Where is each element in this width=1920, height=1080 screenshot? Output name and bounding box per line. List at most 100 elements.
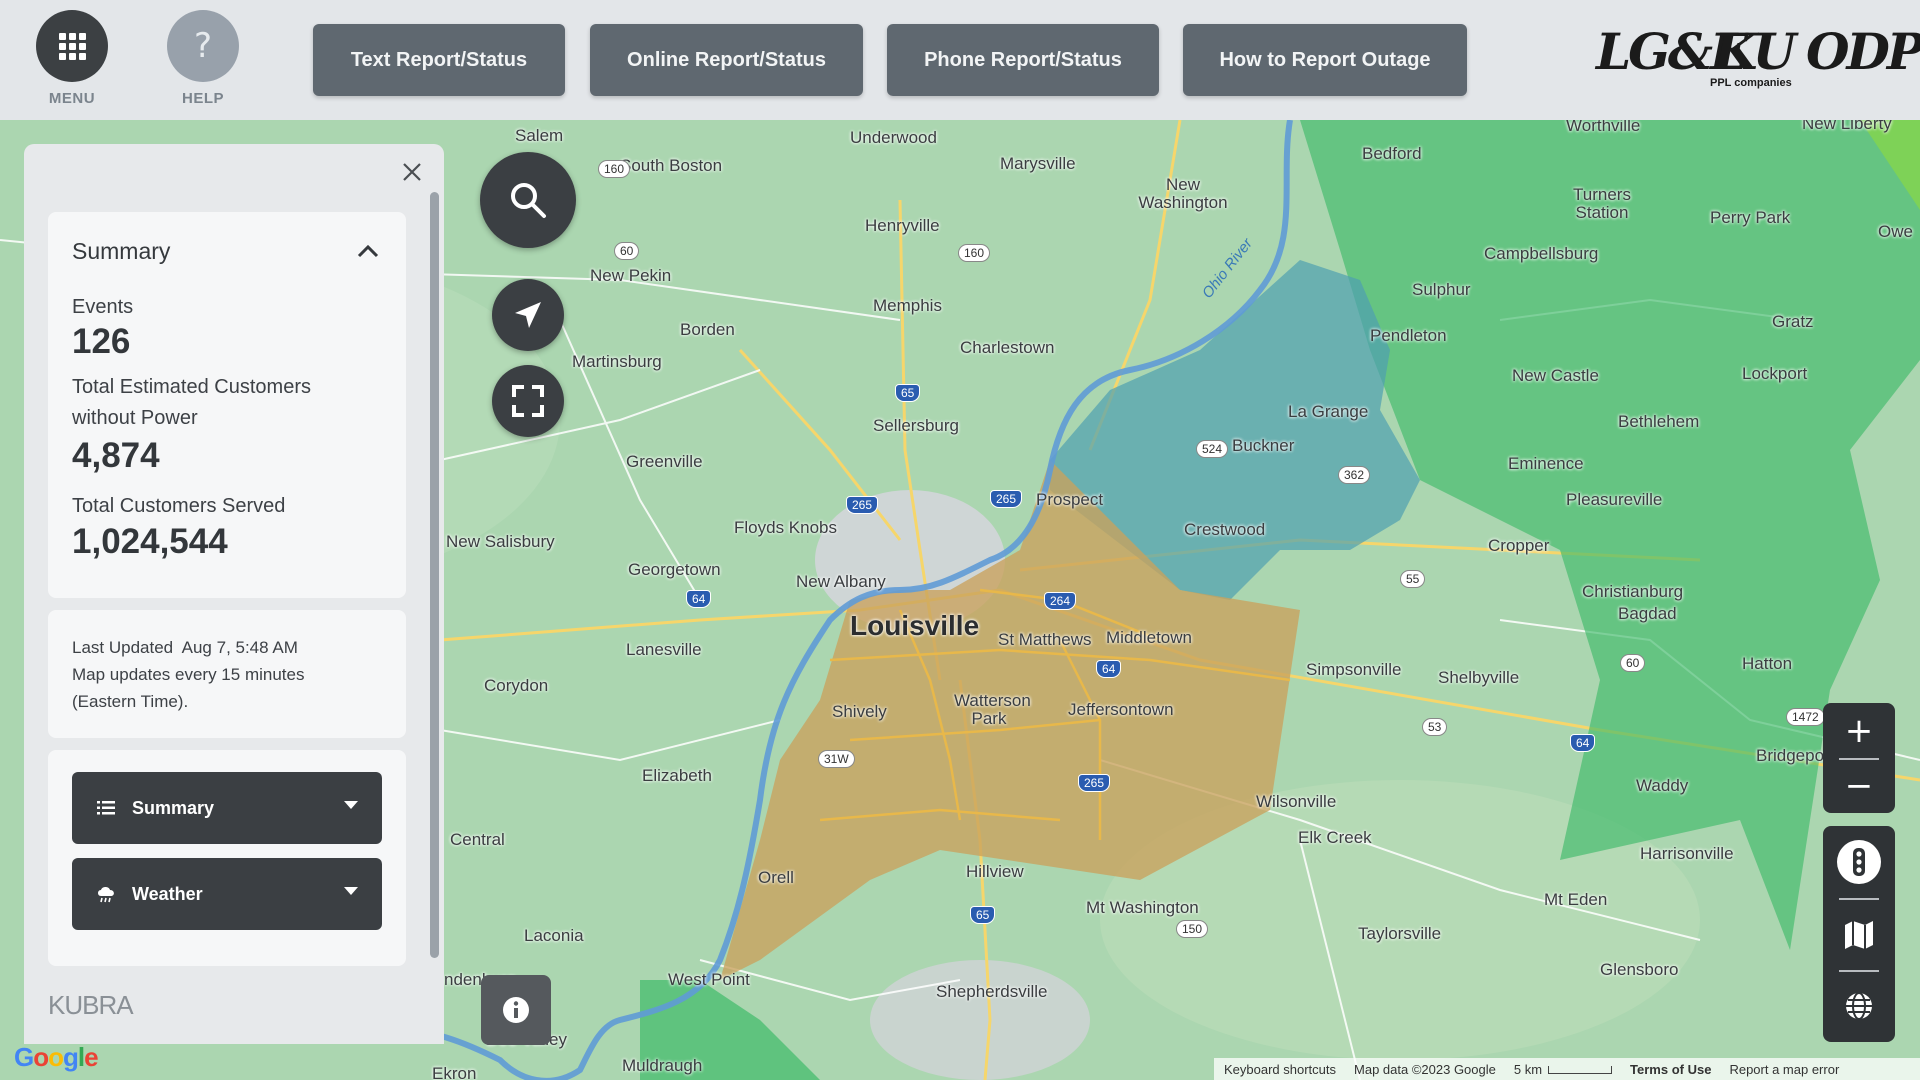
city-taylorsville: Taylorsville: [1358, 924, 1442, 943]
kubra-logo: KUBRA: [48, 990, 134, 1020]
map-view-button[interactable]: [1823, 898, 1895, 970]
city-laconia: Laconia: [524, 926, 584, 945]
caret-down-icon: [344, 801, 358, 809]
text-report-button[interactable]: Text Report/Status: [313, 24, 565, 96]
interstate-shield: 64: [686, 590, 712, 608]
globe-icon: [1846, 992, 1872, 1020]
odp-logo: ODP: [1806, 22, 1920, 81]
info-button[interactable]: [481, 975, 551, 1045]
events-value: 126: [72, 322, 131, 361]
close-panel-button[interactable]: [396, 156, 428, 188]
panel-scrollbar[interactable]: [430, 192, 439, 958]
city-georgetown: Georgetown: [628, 560, 721, 579]
city-new-castle: New Castle: [1512, 366, 1599, 385]
traffic-layer-button[interactable]: [1823, 826, 1895, 898]
weather-icon: [96, 884, 116, 904]
city-borden: Borden: [680, 320, 735, 339]
interstate-shield: 65: [970, 906, 996, 924]
city-new-liberty: New Liberty: [1802, 120, 1892, 133]
zoom-in-button[interactable]: +: [1823, 703, 1895, 758]
city-new-pekin: New Pekin: [590, 266, 672, 285]
dropdowns-card: Summary Weather: [48, 750, 406, 966]
city-bridgeport: Bridgepo: [1756, 746, 1825, 765]
city-greenville: Greenville: [626, 452, 703, 471]
minus-icon: −: [1844, 765, 1874, 806]
summary-dropdown[interactable]: Summary: [72, 772, 382, 844]
question-mark-icon: ?: [193, 26, 213, 66]
city-lockport: Lockport: [1742, 364, 1808, 383]
info-icon: [503, 997, 529, 1023]
route-shield: 60: [1620, 654, 1646, 672]
update-info: Last Updated Aug 7, 5:48 AM Map updates …: [72, 634, 392, 715]
terms-link[interactable]: Terms of Use: [1630, 1062, 1711, 1077]
city-wilsonville: Wilsonville: [1256, 792, 1337, 811]
ppl-caption: PPL companies: [1710, 77, 1792, 89]
map-icon: [1845, 921, 1873, 949]
city-waddy: Waddy: [1636, 776, 1689, 795]
city-marysville: Marysville: [1000, 154, 1076, 173]
last-updated: Last Updated Aug 7, 5:48 AM: [72, 638, 298, 657]
interstate-shield: 264: [1044, 592, 1077, 610]
city-gratz: Gratz: [1772, 312, 1814, 331]
collapse-summary-button[interactable]: [354, 238, 382, 266]
fullscreen-icon: [512, 385, 544, 417]
city-underwood: Underwood: [850, 128, 937, 147]
layer-controls: [1823, 826, 1895, 1042]
interstate-shield: 65: [895, 384, 921, 402]
city-mt-washington: Mt Washington: [1086, 898, 1199, 917]
city-new-albany: New Albany: [796, 572, 886, 591]
city-buckner: Buckner: [1232, 436, 1295, 455]
route-shield: 150: [1176, 920, 1209, 938]
customers-served-value: 1,024,544: [72, 522, 228, 561]
summary-card: Summary Events 126 Total Estimated Custo…: [48, 212, 406, 598]
city-shelbyville: Shelbyville: [1438, 668, 1520, 687]
city-floyds-knobs: Floyds Knobs: [734, 518, 837, 537]
city-jeffersontown: Jeffersontown: [1068, 700, 1174, 719]
interstate-shield: 64: [1570, 734, 1596, 752]
city-mt-eden: Mt Eden: [1544, 890, 1608, 909]
search-button[interactable]: [480, 152, 576, 248]
city-eminence: Eminence: [1508, 454, 1584, 473]
city-bagdad: Bagdad: [1618, 604, 1677, 623]
map-footer: Keyboard shortcuts Map data ©2023 Google…: [1214, 1058, 1920, 1080]
phone-report-button[interactable]: Phone Report/Status: [887, 24, 1159, 96]
chevron-up-icon: [357, 244, 379, 258]
city-worthville: Worthville: [1566, 120, 1641, 135]
city-christianburg: Christianburg: [1582, 582, 1684, 601]
city-henryville: Henryville: [865, 216, 940, 235]
report-map-error-link[interactable]: Report a map error: [1729, 1062, 1839, 1077]
zoom-out-button[interactable]: −: [1823, 758, 1895, 813]
city-perry-park: Perry Park: [1710, 208, 1791, 227]
how-to-report-button[interactable]: How to Report Outage: [1183, 24, 1467, 96]
update-frequency: Map updates every 15 minutes: [72, 665, 305, 684]
help-button[interactable]: ?: [167, 10, 239, 82]
interstate-shield: 265: [990, 490, 1023, 508]
route-shield: 160: [958, 244, 991, 262]
city-watterson-park: Watterson Park: [954, 691, 1031, 728]
interstate-shield: 265: [846, 496, 879, 514]
plus-icon: +: [1844, 710, 1874, 751]
online-report-button[interactable]: Online Report/Status: [590, 24, 863, 96]
menu-button[interactable]: [36, 10, 108, 82]
events-label: Events: [72, 296, 134, 318]
city-shepherdsville: Shepherdsville: [936, 982, 1048, 1001]
city-memphis: Memphis: [873, 296, 942, 315]
keyboard-shortcuts-link[interactable]: Keyboard shortcuts: [1224, 1062, 1336, 1077]
customers-out-label-line1: Total Estimated Customers: [72, 376, 311, 398]
city-shively: Shively: [832, 702, 887, 721]
city-lanesville: Lanesville: [626, 640, 702, 659]
satellite-view-button[interactable]: [1823, 970, 1895, 1042]
city-bedford: Bedford: [1362, 144, 1422, 163]
locate-button[interactable]: [492, 279, 564, 351]
customers-served-label: Total Customers Served: [72, 495, 286, 517]
zoom-controls: + −: [1823, 703, 1895, 813]
city-salem: Salem: [515, 126, 564, 145]
city-ekron: Ekron: [432, 1064, 477, 1080]
city-cropper: Cropper: [1488, 536, 1550, 555]
city-middletown: Middletown: [1106, 628, 1192, 647]
summary-dropdown-label: Summary: [132, 797, 215, 818]
fullscreen-button[interactable]: [492, 365, 564, 437]
traffic-light-icon: [1837, 840, 1881, 884]
weather-dropdown[interactable]: Weather: [72, 858, 382, 930]
route-shield: 1472: [1786, 708, 1825, 726]
